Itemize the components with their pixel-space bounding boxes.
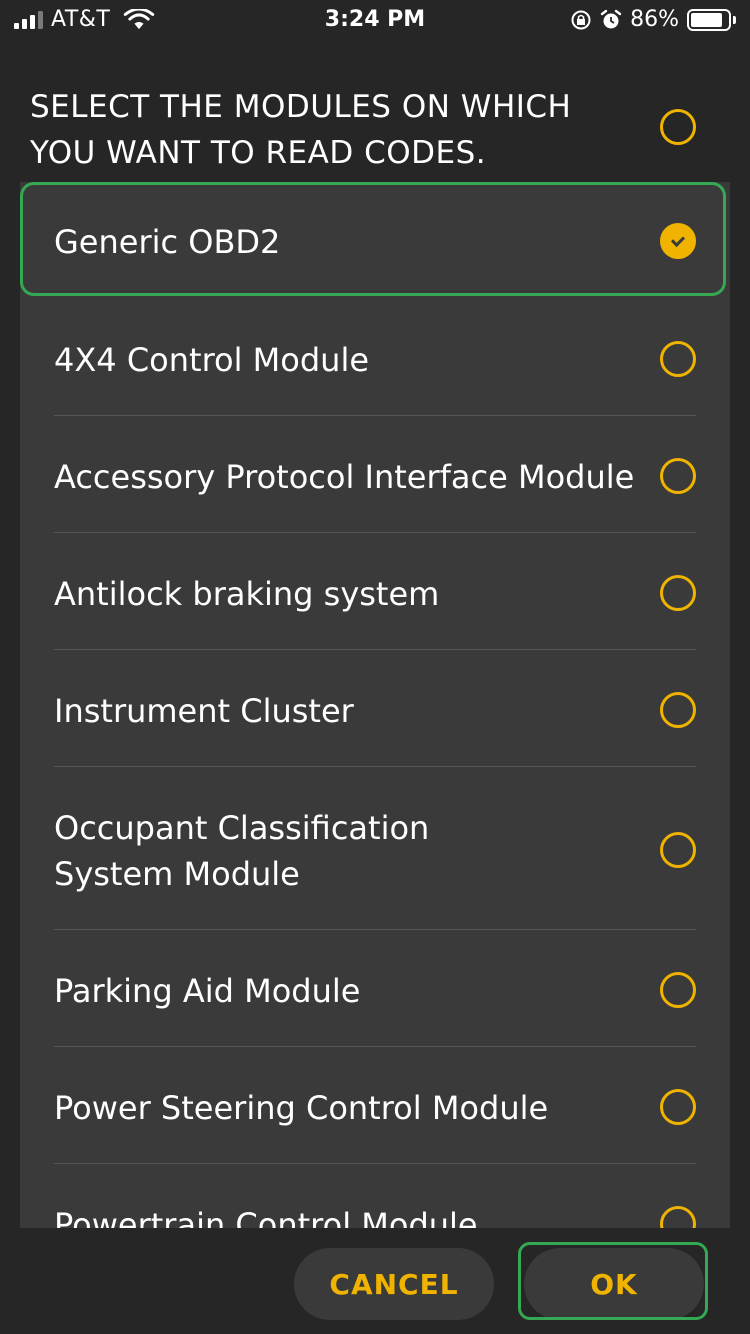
- screen: AT&T 3:24 PM 86% SELECT THE MODULES ON W…: [0, 0, 750, 1334]
- list-item-label: Accessory Protocol Interface Module: [54, 458, 635, 496]
- radio-icon[interactable]: [660, 1089, 696, 1125]
- list-item-accessory-protocol-interface-module[interactable]: Accessory Protocol Interface Module: [20, 416, 730, 533]
- orientation-lock-icon: [571, 10, 591, 29]
- radio-icon[interactable]: [660, 341, 696, 377]
- select-all-radio[interactable]: [660, 109, 696, 145]
- footer: CANCEL OK: [0, 1228, 750, 1334]
- list-item-occupant-classification-system-module[interactable]: Occupant Classification System Module: [20, 767, 730, 930]
- list-item-label: Instrument Cluster: [54, 692, 354, 730]
- list-item-label: 4X4 Control Module: [54, 341, 370, 379]
- list-item-label: Parking Aid Module: [54, 972, 361, 1010]
- list-item-instrument-cluster[interactable]: Instrument Cluster: [20, 650, 730, 767]
- alarm-icon: [600, 9, 622, 28]
- list-item-parking-aid-module[interactable]: Parking Aid Module: [20, 930, 730, 1047]
- status-bar: AT&T 3:24 PM 86%: [0, 0, 750, 42]
- radio-icon[interactable]: [660, 972, 696, 1008]
- list-item-label: Antilock braking system: [54, 575, 440, 613]
- radio-icon[interactable]: [660, 575, 696, 611]
- radio-icon[interactable]: [660, 832, 696, 868]
- module-list: Generic OBD2 4X4 Control Module Accessor…: [20, 182, 730, 1228]
- selection-highlight: [20, 182, 726, 296]
- radio-icon[interactable]: [660, 692, 696, 728]
- page-title-line-1: SELECT THE MODULES ON WHICH: [30, 89, 572, 125]
- list-item-label-line-2: System Module: [54, 855, 300, 893]
- list-item-label: Power Steering Control Module: [54, 1089, 549, 1127]
- status-right: 86%: [570, 7, 736, 32]
- battery-cap: [733, 15, 736, 24]
- list-item-powertrain-control-module[interactable]: Powertrain Control Module: [20, 1164, 730, 1228]
- page-title: SELECT THE MODULES ON WHICH YOU WANT TO …: [30, 84, 630, 176]
- battery-icon: [687, 8, 731, 31]
- cancel-button[interactable]: CANCEL: [294, 1248, 494, 1320]
- ok-button-highlight: [518, 1242, 708, 1320]
- battery-percent: 86%: [630, 7, 679, 32]
- list-item-4x4-control-module[interactable]: 4X4 Control Module: [20, 299, 730, 416]
- page-title-line-2: YOU WANT TO READ CODES.: [30, 135, 487, 171]
- list-item-generic-obd2[interactable]: Generic OBD2: [20, 182, 730, 299]
- list-item-power-steering-control-module[interactable]: Power Steering Control Module: [20, 1047, 730, 1164]
- radio-icon[interactable]: [660, 1206, 696, 1228]
- list-item-label: Powertrain Control Module: [54, 1206, 478, 1228]
- list-item-antilock-braking-system[interactable]: Antilock braking system: [20, 533, 730, 650]
- list-item-label-line-1: Occupant Classification: [54, 809, 430, 847]
- radio-icon[interactable]: [660, 458, 696, 494]
